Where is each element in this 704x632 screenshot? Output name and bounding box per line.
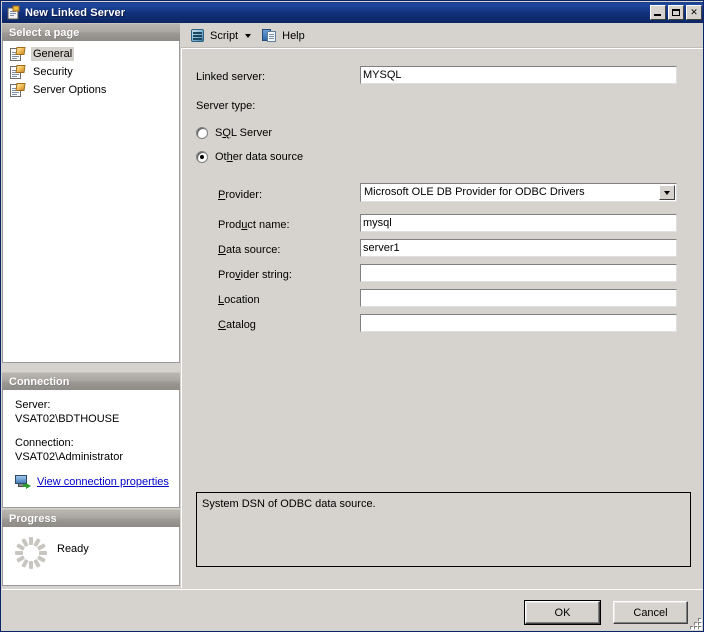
catalog-input[interactable] [359, 313, 678, 333]
server-value: VSAT02\BDTHOUSE [15, 413, 120, 425]
script-icon [190, 28, 206, 43]
new-linked-server-dialog: New Linked Server ✕ Select a page Genera… [0, 0, 704, 632]
dialog-button-bar: OK Cancel [2, 589, 703, 631]
data-source-label-row: Data source: [218, 244, 280, 256]
catalog-label-row: Catalog [218, 319, 256, 331]
connection-properties-icon [15, 475, 31, 489]
radio-sql-server-control[interactable] [196, 127, 208, 139]
linked-server-label: Linked server: [196, 71, 266, 83]
provider-string-input[interactable] [359, 263, 678, 283]
maximize-button[interactable] [668, 5, 684, 20]
linked-server-input[interactable]: MYSQL [359, 65, 678, 85]
product-name-label: Product name: [218, 219, 290, 231]
radio-sql-server[interactable]: SQL Server [196, 127, 272, 139]
sidebar-item-label: General [31, 47, 75, 61]
view-connection-properties-row[interactable]: View connection properties [15, 475, 171, 489]
page-icon [9, 46, 26, 62]
progress-panel: Progress Ready [2, 509, 180, 586]
help-icon [262, 28, 278, 43]
title-bar[interactable]: New Linked Server ✕ [2, 2, 703, 23]
progress-body: Ready [2, 527, 180, 586]
description-text: System DSN of ODBC data source. [202, 498, 376, 510]
provider-label-row: Provider: [218, 189, 262, 201]
server-label: Server: [15, 399, 51, 411]
provider-string-label: Provider string: [218, 269, 292, 281]
cancel-button[interactable]: Cancel [613, 601, 688, 624]
resize-grip[interactable] [688, 616, 702, 630]
location-label: Location [218, 294, 260, 306]
page-list: General Security Server Options [2, 41, 180, 363]
provider-select[interactable]: Microsoft OLE DB Provider for ODBC Drive… [360, 183, 677, 202]
sidebar-item-server-options[interactable]: Server Options [7, 81, 177, 99]
connection-header: Connection [2, 372, 180, 390]
linked-server-label-row: Linked server: [196, 71, 265, 83]
help-button[interactable]: Help [258, 26, 309, 46]
connection-value: VSAT02\Administrator [15, 451, 124, 463]
view-connection-properties-link[interactable]: View connection properties [37, 476, 169, 488]
sidebar-item-security[interactable]: Security [7, 63, 177, 81]
connection-panel: Connection Server: VSAT02\BDTHOUSE Conne… [2, 372, 180, 508]
chevron-down-icon[interactable] [659, 185, 675, 200]
product-name-label-row: Product name: [218, 219, 290, 231]
connection-label: Connection: [15, 437, 74, 449]
sidebar-item-label: Server Options [33, 84, 107, 96]
page-icon [9, 82, 26, 98]
connection-body: Server: VSAT02\BDTHOUSE Connection: VSAT… [2, 390, 180, 508]
provider-selected-value: Microsoft OLE DB Provider for ODBC Drive… [364, 186, 585, 198]
server-type-label: Server type: [196, 100, 256, 112]
server-type-label-row: Server type: [196, 100, 255, 112]
general-page-content: Linked server: MYSQL Server type: SQL Se… [181, 48, 703, 588]
page-icon [9, 64, 26, 80]
radio-other-data-source[interactable]: Other data source [196, 151, 303, 163]
location-label-row: Location [218, 294, 260, 306]
data-source-input[interactable]: server1 [359, 238, 678, 258]
chevron-down-icon[interactable] [245, 33, 252, 38]
progress-status: Ready [57, 543, 89, 555]
dialog-toolbar: Script Help [181, 24, 703, 48]
help-button-label: Help [282, 29, 305, 42]
sidebar-item-general[interactable]: General [7, 45, 177, 63]
location-input[interactable] [359, 288, 678, 308]
progress-spinner-icon [15, 537, 47, 569]
radio-sql-server-label: SQL Server [215, 127, 273, 139]
ok-button[interactable]: OK [524, 600, 601, 625]
close-icon[interactable]: ✕ [686, 5, 702, 20]
script-button[interactable]: Script [186, 26, 242, 46]
window-title: New Linked Server [25, 6, 126, 19]
minimize-button[interactable] [650, 5, 666, 20]
radio-other-data-source-label: Other data source [215, 151, 304, 163]
sidebar-item-label: Security [33, 66, 73, 78]
description-box: System DSN of ODBC data source. [196, 492, 691, 567]
data-source-label: Data source: [218, 244, 281, 256]
provider-string-label-row: Provider string: [218, 269, 292, 281]
catalog-label: Catalog [218, 319, 256, 331]
progress-header: Progress [2, 509, 180, 527]
caption-buttons: ✕ [650, 5, 702, 20]
radio-other-data-source-control[interactable] [196, 151, 208, 163]
script-button-label: Script [210, 29, 239, 42]
select-a-page-header: Select a page [2, 23, 180, 41]
product-name-input[interactable]: mysql [359, 213, 678, 233]
linked-server-icon [5, 5, 21, 21]
provider-label: Provider: [218, 189, 263, 201]
